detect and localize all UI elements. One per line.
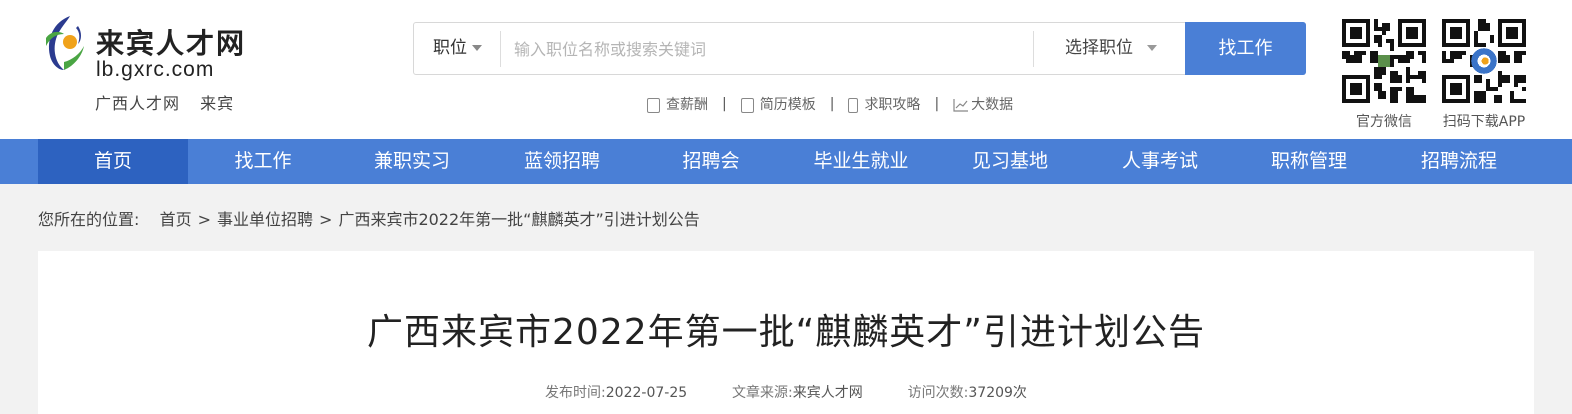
quick-link-guide[interactable]: 求职攻略 [848,94,920,114]
logo-domain: lb.gxrc.com [96,58,215,81]
logo-subtitle: 广西人才网 来宾 [95,90,234,114]
nav-item-graduate[interactable]: 毕业生就业 [786,139,936,184]
chevron-down-icon [1147,45,1157,51]
search-type-dropdown[interactable]: 职位 [414,23,501,74]
logo-sub-right: 来宾 [200,94,235,113]
breadcrumb-separator: > [197,210,212,229]
visit-count: 37209次 [968,385,1027,401]
breadcrumb-current: 广西来宾市2022年第一批“麒麟英才”引进计划公告 [338,210,700,229]
nav-item-recruitment-process[interactable]: 招聘流程 [1384,139,1534,184]
nav-item-blue-collar[interactable]: 蓝领招聘 [487,139,637,184]
logo-sub-left: 广西人才网 [95,94,181,113]
line-chart-icon [953,99,969,112]
breadcrumb: 您所在的位置: 首页 > 事业单位招聘 > 广西来宾市2022年第一批“麒麟英才”引进计… [38,206,700,230]
logo-name: 来宾人才网 [96,27,247,60]
divider [1033,31,1034,67]
wechat-qr-label: 官方微信 [1356,114,1412,130]
separator: | [722,96,727,112]
wechat-qr-code [1342,19,1426,103]
visits-label: 访问次数: [907,385,969,401]
nav-item-find-job[interactable]: 找工作 [188,139,338,184]
quick-link-label: 简历模板 [759,97,816,113]
search-type-label: 职位 [433,38,467,58]
category-dropdown[interactable]: 选择职位 [1036,23,1186,74]
app-download-qr-code [1442,19,1526,103]
chevron-down-icon [472,45,482,51]
quick-link-salary[interactable]: 查薪酬 [647,94,708,114]
publish-date: 2022-07-25 [605,385,688,401]
salary-doc-icon [647,97,660,113]
guide-phone-icon [848,97,859,113]
separator: | [934,96,940,112]
site-logo[interactable]: 来宾人才网 lb.gxrc.com 广西人才网 来宾 [40,12,250,113]
nav-item-home[interactable]: 首页 [38,139,188,184]
publish-label: 发布时间: [545,385,606,401]
breadcrumb-category[interactable]: 事业单位招聘 [217,210,313,229]
nav-item-part-time[interactable]: 兼职实习 [337,139,487,184]
breadcrumb-home[interactable]: 首页 [160,210,192,229]
site-header: 来宾人才网 lb.gxrc.com 广西人才网 来宾 职位 选择职位 找工作 查… [0,0,1572,139]
find-job-button[interactable]: 找工作 [1185,22,1306,75]
quick-links: 查薪酬 | 简历模板 | 求职攻略 | 大数据 [647,94,1013,116]
logo-mark-icon [46,16,84,70]
quick-link-bigdata[interactable]: 大数据 [953,94,1013,114]
article-panel: 广西来宾市2022年第一批“麒麟英才”引进计划公告 发布时间:2022-07-2… [38,251,1534,414]
app-qr-label: 扫码下载APP [1442,114,1526,130]
quick-link-label: 求职攻略 [864,97,921,113]
breadcrumb-separator: > [319,210,333,229]
search-bar: 职位 选择职位 找工作 [413,22,1306,75]
nav-item-personnel-exam[interactable]: 人事考试 [1085,139,1235,184]
category-label: 选择职位 [1065,38,1133,58]
resume-template-icon [740,97,754,113]
nav-item-job-fair[interactable]: 招聘会 [636,139,786,184]
separator: | [829,96,835,112]
breadcrumb-prefix: 您所在的位置: [38,210,140,229]
quick-link-resume[interactable]: 简历模板 [740,94,816,114]
nav-item-title-management[interactable]: 职称管理 [1234,139,1384,184]
article-title: 广西来宾市2022年第一批“麒麟英才”引进计划公告 [367,312,1205,353]
search-input[interactable] [514,31,1029,67]
quick-link-label: 查薪酬 [666,97,708,113]
source-label: 文章来源: [732,385,793,401]
quick-link-label: 大数据 [971,97,1014,113]
nav-item-internship-base[interactable]: 见习基地 [935,139,1085,184]
divider [500,31,501,67]
main-nav: 首页 找工作 兼职实习 蓝领招聘 招聘会 毕业生就业 见习基地 人事考试 职称管… [0,139,1572,184]
article-meta: 发布时间:2022-07-25 文章来源:来宾人才网 访问次数:37209次 [38,382,1534,402]
article-source: 来宾人才网 [792,385,863,401]
